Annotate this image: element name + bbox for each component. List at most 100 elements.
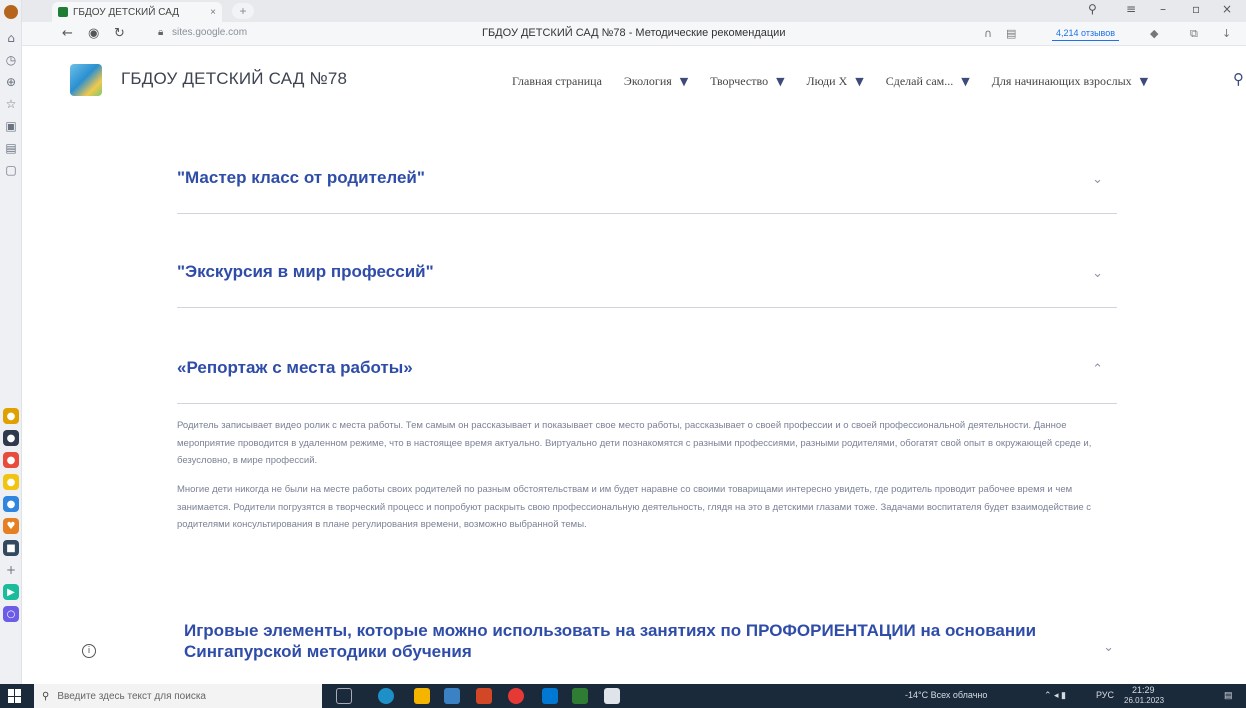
search-icon[interactable]: ⚲ (1233, 70, 1244, 88)
nav-item-home[interactable]: Главная страница (512, 74, 602, 89)
accordion-games[interactable]: Игровые элементы, которые можно использо… (184, 620, 1114, 674)
app-notes-icon[interactable]: ■ (3, 540, 19, 556)
profile-avatar-icon[interactable] (3, 4, 19, 20)
section-heading: "Экскурсия в мир профессий" (177, 262, 434, 281)
protect-icon[interactable]: ◉ (88, 26, 99, 41)
windows-taskbar: ⚲ Введите здесь текст для поиска -14°C В… (0, 684, 1246, 708)
section-heading: Игровые элементы, которые можно использо… (184, 621, 1037, 661)
weather-text[interactable]: -14°C Всех облачно (905, 690, 987, 700)
home-icon[interactable]: ⌂ (3, 30, 19, 46)
chevron-down-icon[interactable]: ▼ (1140, 75, 1148, 88)
chat-icon[interactable]: ▢ (3, 162, 19, 178)
app-heart-icon[interactable]: ♥ (3, 518, 19, 534)
app-maps-icon[interactable]: ● (3, 452, 19, 468)
section-heading: "Мастер класс от родителей" (177, 168, 425, 187)
chevron-down-icon[interactable]: ▼ (961, 75, 969, 88)
downloads-icon[interactable]: ⊕ (3, 74, 19, 90)
site-logo[interactable] (70, 64, 102, 96)
back-icon[interactable]: ← (62, 26, 73, 41)
translate-icon[interactable]: ▤ (1006, 27, 1016, 40)
site-title[interactable]: ГБДОУ ДЕТСКИЙ САД №78 (121, 69, 347, 89)
maximize-icon[interactable]: ▫ (1192, 2, 1200, 16)
clock-date[interactable]: 26.01.2023 (1124, 696, 1164, 705)
chevron-down-icon[interactable]: ⌄ (1103, 640, 1114, 655)
info-icon[interactable]: i (82, 644, 96, 658)
nav-label: Главная страница (512, 74, 602, 88)
nav-item-creativity[interactable]: Творчество ▼ (710, 74, 784, 89)
menu-icon[interactable]: ≡ (1126, 2, 1136, 16)
reviews-badge[interactable]: 4,214 отзывов (1052, 25, 1120, 41)
language-indicator[interactable]: РУС (1096, 690, 1114, 700)
chevron-down-icon[interactable]: ▼ (776, 75, 784, 88)
section-paragraph: Многие дети никогда не были на месте раб… (177, 484, 1092, 530)
tray-icons[interactable]: ⌃ ◂ ▮ (1044, 690, 1066, 701)
edge-icon[interactable] (378, 688, 394, 704)
chevron-down-icon[interactable]: ▼ (855, 75, 863, 88)
page-title: ГБДОУ ДЕТСКИЙ САД №78 - Методические рек… (482, 27, 786, 39)
notepad-icon[interactable] (604, 688, 620, 704)
history-icon[interactable]: ◷ (3, 52, 19, 68)
chevron-up-icon[interactable]: ⌃ (1092, 362, 1103, 377)
minimize-icon[interactable]: – (1160, 2, 1166, 16)
section-heading: «Репортаж с места работы» (177, 358, 413, 377)
nav-item-ecology[interactable]: Экология ▼ (624, 74, 688, 89)
extensions-icon[interactable]: ⚲ (1088, 2, 1097, 16)
chevron-down-icon[interactable]: ⌄ (1092, 266, 1103, 281)
reload-icon[interactable]: ↻ (114, 26, 125, 41)
app-alice-icon[interactable]: ○ (3, 606, 19, 622)
start-icon[interactable] (8, 689, 22, 703)
tab-strip: ГБДОУ ДЕТСКИЙ САД × + ⚲ ≡ – ▫ × (22, 0, 1246, 22)
chevron-down-icon[interactable]: ▼ (680, 75, 688, 88)
browser-sidebar: ⌂ ◷ ⊕ ☆ ▣ ▤ ▢ ● ● ● ● ● ♥ ■ + ▶ ○ (0, 0, 22, 684)
address-bar: ← ◉ ↻ 🔒︎ sites.google.com ГБДОУ ДЕТСКИЙ … (22, 22, 1246, 46)
site-header: ГБДОУ ДЕТСКИЙ САД №78 Главная страница Э… (22, 46, 1246, 104)
explorer-icon[interactable] (414, 688, 430, 704)
excel-icon[interactable] (572, 688, 588, 704)
app-video-icon[interactable]: ▶ (3, 584, 19, 600)
nav-label: Экология (623, 74, 672, 88)
yandex-browser-icon[interactable] (508, 688, 524, 704)
site-nav: Главная страница Экология ▼ Творчество ▼ Л… (512, 74, 1170, 89)
tab-title: ГБДОУ ДЕТСКИЙ САД (73, 6, 179, 18)
nav-item-people-x[interactable]: Люди Х ▼ (807, 74, 864, 89)
nav-label: Творчество (710, 74, 769, 88)
search-icon: ⚲ (42, 690, 50, 702)
share-icon[interactable]: ⧉ (1190, 27, 1198, 41)
app-yandex-icon[interactable]: ● (3, 408, 19, 424)
nav-item-diy[interactable]: Сделай сам... ▼ (886, 74, 970, 89)
accordion-master-class[interactable]: "Мастер класс от родителей" ⌄ (177, 168, 1117, 214)
collections-icon[interactable]: ▣ (3, 118, 19, 134)
powerpoint-icon[interactable] (476, 688, 492, 704)
new-tab-button[interactable]: + (232, 3, 254, 19)
nav-label: Для начинающих взрослых (991, 74, 1132, 88)
tab-close-icon[interactable]: × (210, 7, 216, 18)
taskbar-search[interactable]: ⚲ Введите здесь текст для поиска (34, 684, 322, 708)
browser-tab[interactable]: ГБДОУ ДЕТСКИЙ САД × (52, 2, 222, 22)
store-icon[interactable] (444, 688, 460, 704)
section-paragraph: Родитель записывает видео ролик с места … (177, 420, 1092, 466)
nav-item-adults[interactable]: Для начинающих взрослых ▼ (992, 74, 1148, 89)
task-view-icon[interactable] (336, 688, 352, 704)
app-messenger-icon[interactable]: ● (3, 430, 19, 446)
chevron-down-icon[interactable]: ⌄ (1092, 172, 1103, 187)
bookmarks-icon[interactable]: ☆ (3, 96, 19, 112)
close-window-icon[interactable]: × (1222, 2, 1232, 16)
url-text[interactable]: sites.google.com (172, 27, 247, 38)
site-favicon-icon (58, 7, 68, 17)
download-icon[interactable]: ↓ (1222, 27, 1231, 40)
nav-label: Сделай сам... (885, 74, 954, 88)
accordion-excursion[interactable]: "Экскурсия в мир профессий" ⌄ (177, 262, 1117, 308)
app-mail-icon[interactable]: ● (3, 496, 19, 512)
clock-time[interactable]: 21:29 (1132, 685, 1155, 695)
reader-icon[interactable]: ∩ (984, 27, 992, 40)
skype-icon[interactable] (542, 688, 558, 704)
bookmark-icon[interactable]: ◆ (1150, 27, 1158, 40)
notifications-icon[interactable]: ▤ (1224, 690, 1233, 701)
notes-icon[interactable]: ▤ (3, 140, 19, 156)
taskbar-search-placeholder: Введите здесь текст для поиска (57, 690, 206, 702)
main-content: "Мастер класс от родителей" ⌄ "Экскурсия… (22, 104, 1246, 684)
accordion-report[interactable]: «Репортаж с места работы» ⌃ (177, 358, 1117, 404)
app-smile-icon[interactable]: ● (3, 474, 19, 490)
lock-icon: 🔒︎ (158, 27, 164, 38)
add-app-icon[interactable]: + (3, 562, 19, 578)
